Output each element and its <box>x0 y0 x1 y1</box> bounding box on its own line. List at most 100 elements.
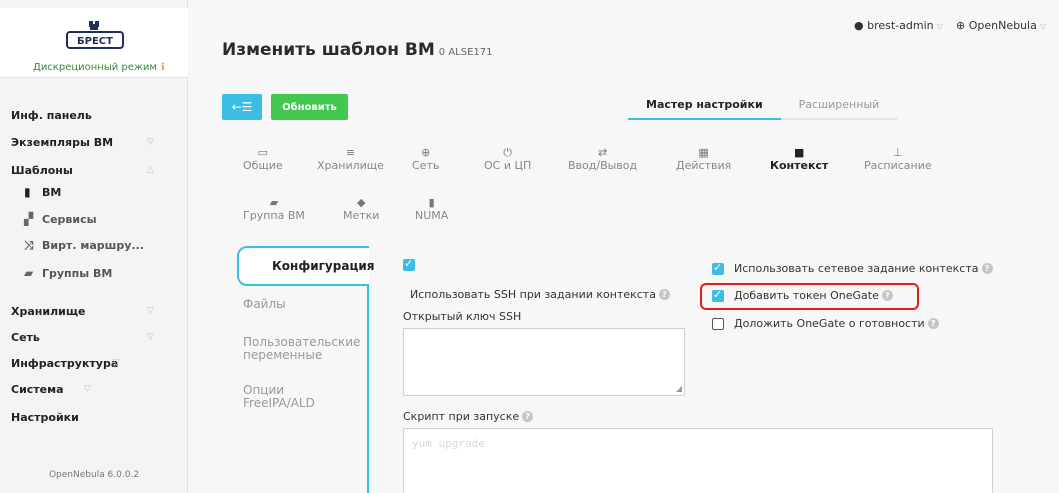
sidebar-item-infrastructure[interactable]: Инфраструктура ▽ <box>0 351 188 375</box>
report-ready-label: Доложить OneGate о готовности? <box>734 317 939 330</box>
tab-custom-vars[interactable]: Пользовательские переменные <box>243 336 367 362</box>
mode-tabs: Мастер настройки Расширенный <box>628 94 898 120</box>
resize-handle-icon[interactable]: ◢ <box>676 384 682 393</box>
help-icon[interactable]: ? <box>658 289 670 300</box>
sidebar-item-settings[interactable]: Настройки <box>0 405 188 429</box>
ssh-context-checkbox[interactable] <box>403 257 415 271</box>
report-ready-text: Доложить OneGate о готовности <box>734 317 925 330</box>
tab-label: Метки <box>343 209 380 222</box>
sidebar-subitem-vm-templates[interactable]: ▮ ВМ <box>0 180 188 204</box>
tab-files[interactable]: Файлы <box>243 298 286 311</box>
sidebar-item-label: Вирт. маршру... <box>42 238 144 252</box>
tab-label: Действия <box>676 159 732 172</box>
tab-label: Расписание <box>864 159 932 172</box>
chevron-down-icon: ▽ <box>147 332 154 342</box>
sidebar-item-label: Шаблоны <box>11 163 73 177</box>
help-icon[interactable]: ? <box>981 263 993 274</box>
sidebar-subitem-virtual-routers[interactable]: ⤨ Вирт. маршру... <box>0 233 188 257</box>
back-list-icon: ←☰ <box>231 100 253 114</box>
sidebar-item-label: Сервисы <box>42 212 97 226</box>
zone-menu[interactable]: ⊕ OpenNebula ▽ <box>956 19 1046 32</box>
sidebar-item-label: Инфраструктура <box>11 356 119 370</box>
sidebar-subitem-vm-groups[interactable]: ▰ Группы ВМ <box>0 261 188 285</box>
tab-labels[interactable]: ◆ Метки <box>343 196 380 223</box>
globe-icon: ⊕ <box>421 146 431 159</box>
tab-label: Хранилище <box>317 159 384 172</box>
onegate-token-checkbox[interactable] <box>712 288 724 302</box>
chevron-down-icon: ▽ <box>1039 22 1047 31</box>
chevron-down-icon: ▽ <box>936 22 943 31</box>
help-icon[interactable]: ? <box>927 318 939 329</box>
tag-icon: ◆ <box>357 196 366 209</box>
template-id-subtitle: 0 ALSE171 <box>438 47 493 58</box>
tab-numa[interactable]: ▮ NUMA <box>415 196 448 223</box>
calendar-icon: ▦ <box>698 146 709 159</box>
chevron-up-icon: △ <box>147 165 154 175</box>
sidebar-item-network[interactable]: Сеть ▽ <box>0 325 188 349</box>
chip-icon: ▮ <box>428 196 435 209</box>
network-context-label: Использовать сетевое задание контекста? <box>734 262 993 275</box>
brest-logo-icon: БРЕСТ <box>66 21 124 49</box>
help-icon[interactable]: ? <box>881 290 893 301</box>
sidebar-item-label: Группы ВМ <box>42 266 113 280</box>
disk-icon: ≡ <box>345 146 356 159</box>
sidebar-item-storage[interactable]: Хранилище ▽ <box>0 299 188 323</box>
context-tabs: Конфигурация Файлы Пользовательские пере… <box>237 246 374 493</box>
security-mode-label: Дискреционный режим ℹ <box>33 62 165 73</box>
user-icon: ● <box>854 19 864 32</box>
chevron-down-icon: ▽ <box>84 384 91 394</box>
tab-actions[interactable]: ▦ Действия <box>676 146 732 173</box>
sidebar: БРЕСТ Дискреционный режим ℹ Инф. панель Э… <box>0 0 188 493</box>
sidebar-item-label: ВМ <box>42 185 62 199</box>
tab-freeipa-ald[interactable]: Опции FreeIPA/ALD <box>243 384 323 410</box>
files-icon: ▞ <box>24 212 34 226</box>
tab-configuration[interactable]: Конфигурация <box>237 246 374 286</box>
chevron-down-icon: ▽ <box>147 137 154 147</box>
zone-name: OpenNebula <box>968 19 1037 32</box>
user-name: brest-admin <box>867 19 934 32</box>
folder-icon: ■ <box>793 146 805 159</box>
onegate-token-text: Добавить токен OneGate <box>734 289 879 302</box>
tab-general[interactable]: ▭ Общие <box>243 147 283 173</box>
globe-icon: ⊕ <box>956 19 966 32</box>
version-label: OpenNebula 6.0.0.2 <box>48 470 140 480</box>
tab-context[interactable]: ■ Контекст <box>770 146 829 173</box>
mode-text: Дискреционный режим <box>33 62 157 73</box>
exchange-icon: ⇄ <box>597 146 608 159</box>
user-menu[interactable]: ● brest-admin ▽ <box>854 19 943 32</box>
sidebar-subitem-services[interactable]: ▞ Сервисы <box>0 207 188 231</box>
tab-wizard[interactable]: Мастер настройки <box>628 94 781 120</box>
back-to-list-button[interactable]: ←☰ <box>222 94 262 120</box>
ssh-key-label: Открытый ключ SSH <box>403 310 522 323</box>
sidebar-item-templates[interactable]: Шаблоны △ <box>0 158 188 182</box>
shuffle-icon: ⤨ <box>24 237 34 252</box>
chevron-down-icon: ▽ <box>147 306 154 316</box>
tab-io[interactable]: ⇄ Ввод/Вывод <box>568 146 637 173</box>
tab-label: Сеть <box>412 159 440 172</box>
tab-label: Общие <box>243 159 283 172</box>
network-context-text: Использовать сетевое задание контекста <box>734 262 979 275</box>
tab-advanced[interactable]: Расширенный <box>780 94 898 120</box>
tab-os-cpu[interactable]: ⏻ ОС и ЦП <box>484 146 532 173</box>
sitemap-icon: ⊥ <box>893 146 903 159</box>
update-button[interactable]: Обновить <box>271 94 348 120</box>
tab-storage[interactable]: ≡ Хранилище <box>317 146 384 173</box>
sidebar-item-vms[interactable]: Экземпляры ВМ ▽ <box>0 130 188 154</box>
tab-vm-group[interactable]: ▰ Группа ВМ <box>243 196 305 223</box>
info-icon[interactable]: ℹ <box>161 62 165 73</box>
folder-open-icon: ▰ <box>269 196 279 209</box>
help-icon[interactable]: ? <box>522 411 534 422</box>
network-context-checkbox[interactable] <box>712 261 724 275</box>
tab-label: ОС и ЦП <box>484 159 532 172</box>
sidebar-item-dashboard[interactable]: Инф. панель <box>0 102 188 128</box>
sidebar-item-system[interactable]: Система ▽ <box>0 377 188 401</box>
page-title-text: Изменить шаблон ВМ <box>222 40 435 60</box>
tab-network[interactable]: ⊕ Сеть <box>412 146 440 173</box>
ssh-key-input[interactable]: ◢ <box>403 328 685 396</box>
start-script-input[interactable]: yum upgrade <box>403 428 993 493</box>
tab-label: Контекст <box>770 159 829 172</box>
tab-scheduling[interactable]: ⊥ Расписание <box>864 146 932 173</box>
power-icon: ⏻ <box>503 146 512 159</box>
report-ready-checkbox[interactable] <box>712 318 724 330</box>
sidebar-item-label: Экземпляры ВМ <box>11 135 114 149</box>
